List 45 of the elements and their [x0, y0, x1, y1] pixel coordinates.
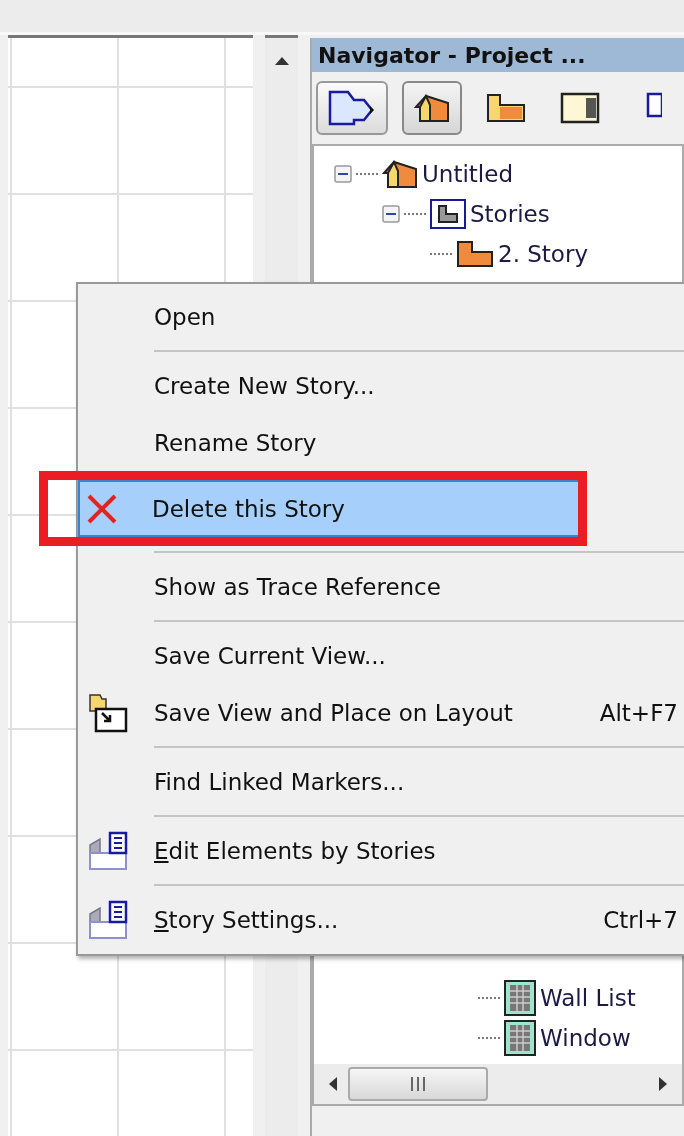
menu-item[interactable]: Edit Elements by Stories	[80, 822, 684, 879]
building-list-icon	[88, 830, 128, 871]
menu-item[interactable]: Save Current View...	[80, 627, 684, 684]
tree-item[interactable]: 2. Story	[498, 241, 588, 267]
house-icon	[414, 93, 450, 123]
menu-item[interactable]: Delete this Story	[78, 480, 578, 537]
tree-connector	[430, 252, 452, 256]
table-list-icon	[504, 980, 536, 1016]
layout-sheet-icon	[560, 92, 600, 124]
menu-item[interactable]: Save View and Place on Layout Alt+F7	[80, 684, 684, 741]
scroll-right-icon[interactable]	[658, 1076, 668, 1092]
collapse-icon[interactable]	[334, 165, 352, 183]
tree-item[interactable]: Window	[540, 1025, 631, 1051]
delete-x-icon	[86, 492, 118, 525]
menu-item[interactable]: Create New Story...	[80, 357, 684, 414]
tree-connector	[356, 172, 378, 176]
toolbar-button[interactable]	[316, 81, 388, 135]
tree-connector	[478, 1036, 500, 1040]
tree-item[interactable]: Untitled	[422, 161, 513, 187]
shortcut-text: Ctrl+7	[603, 906, 678, 933]
plan-frame-icon	[430, 199, 466, 229]
tree-item[interactable]: Stories	[470, 201, 550, 227]
menu-item[interactable]: Show as Trace Reference	[80, 558, 684, 615]
menu-item[interactable]: Story Settings... Ctrl+7	[80, 891, 684, 948]
menu-item[interactable]: Rename Story	[80, 414, 684, 471]
shortcut-text: Alt+F7	[599, 699, 678, 726]
menu-item[interactable]: Open	[80, 288, 684, 345]
menu-item[interactable]: Find Linked Markers...	[80, 753, 684, 810]
horizontal-scrollbar[interactable]	[314, 1064, 682, 1104]
house-icon	[382, 159, 418, 189]
panel-title: Navigator - Project ...	[312, 38, 684, 72]
tree-item[interactable]: Wall List	[540, 985, 636, 1011]
grip-icon	[409, 1077, 427, 1091]
tree-connector	[404, 212, 426, 216]
scroll-left-icon[interactable]	[328, 1076, 338, 1092]
toolbar-button[interactable]	[402, 81, 462, 135]
building-list-icon	[88, 899, 128, 940]
scroll-thumb[interactable]	[348, 1067, 488, 1101]
table-list-icon	[504, 1020, 536, 1056]
tree-connector	[478, 996, 500, 1000]
folder-arrow-icon	[88, 692, 128, 733]
scroll-up-icon[interactable]	[273, 56, 290, 66]
floor-plan-icon	[486, 93, 526, 123]
floor-plan-icon	[456, 240, 494, 268]
collapse-icon[interactable]	[382, 205, 400, 223]
